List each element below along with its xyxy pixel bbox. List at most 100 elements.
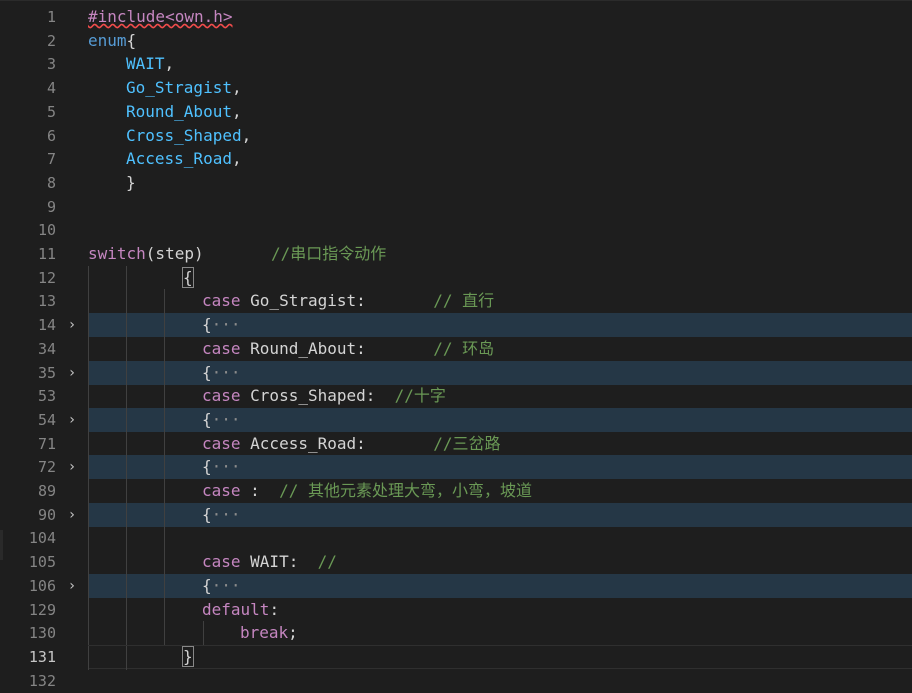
code-line[interactable]: 2 enum{ bbox=[0, 29, 912, 53]
code-area[interactable]: Cross_Shaped, bbox=[88, 124, 912, 148]
code-line[interactable]: 104 bbox=[0, 526, 912, 551]
code-line[interactable]: 3 WAIT, bbox=[0, 52, 912, 76]
indent-guide bbox=[126, 479, 127, 503]
code-line[interactable]: 35 › {··· bbox=[0, 360, 912, 385]
code-line[interactable]: 130 break; bbox=[0, 621, 912, 646]
chevron-right-icon[interactable]: › bbox=[64, 574, 80, 598]
code-area[interactable]: {··· bbox=[88, 455, 912, 480]
indent-guide bbox=[88, 526, 89, 551]
line-gutter: 34 bbox=[0, 337, 88, 361]
code-token: Go_Stragist: bbox=[240, 291, 434, 311]
code-token: ··· bbox=[211, 315, 241, 335]
code-area[interactable] bbox=[88, 218, 912, 242]
code-line[interactable]: 53 case Cross_Shaped: //十字 bbox=[0, 384, 912, 409]
code-area[interactable]: Round_About, bbox=[88, 100, 912, 124]
code-area[interactable]: case WAIT: // bbox=[88, 550, 912, 575]
code-area[interactable]: case Access_Road: //三岔路 bbox=[88, 431, 912, 456]
code-line[interactable]: 54 › {··· bbox=[0, 407, 912, 432]
indent-guide bbox=[88, 550, 89, 575]
code-line[interactable]: 90 › {··· bbox=[0, 502, 912, 527]
code-area[interactable]: {··· bbox=[88, 313, 912, 338]
line-number: 35 bbox=[37, 363, 56, 382]
line-number: 11 bbox=[37, 245, 56, 263]
code-line[interactable]: 10 bbox=[0, 218, 912, 242]
line-number: 4 bbox=[46, 79, 56, 98]
code-area[interactable]: case : // 其他元素处理大弯，小弯，坡道 bbox=[88, 479, 912, 503]
code-area[interactable]: case Round_About: // 环岛 bbox=[88, 336, 912, 361]
indent-guide bbox=[164, 407, 165, 432]
code-area[interactable]: switch(step) //串口指令动作 bbox=[88, 242, 912, 266]
chevron-right-icon[interactable]: › bbox=[64, 313, 80, 337]
line-number: 90 bbox=[37, 505, 56, 524]
code-area[interactable] bbox=[88, 526, 912, 551]
line-number: 129 bbox=[28, 600, 56, 619]
indent-guide bbox=[203, 621, 204, 646]
code-line[interactable]: 8} bbox=[0, 171, 912, 195]
code-line[interactable]: 131} bbox=[0, 644, 912, 670]
code-line[interactable]: 4 Go_Stragist, bbox=[0, 76, 912, 100]
line-gutter: 129 bbox=[0, 598, 88, 622]
code-line[interactable]: 129 default: bbox=[0, 597, 912, 622]
code-area[interactable]: { bbox=[88, 265, 912, 290]
chevron-right-icon[interactable]: › bbox=[64, 455, 80, 479]
indent-guide bbox=[164, 336, 165, 361]
code-line[interactable]: 72 › {··· bbox=[0, 455, 912, 480]
chevron-right-icon[interactable]: › bbox=[64, 503, 80, 527]
code-area[interactable]: {··· bbox=[88, 502, 912, 527]
code-line[interactable]: 7 Access_Road, bbox=[0, 147, 912, 171]
code-area[interactable]: #include<own.h> bbox=[88, 5, 912, 29]
code-area[interactable] bbox=[88, 195, 912, 219]
code-line[interactable]: 1 #include<own.h> bbox=[0, 5, 912, 29]
line-number: 1 bbox=[46, 8, 56, 26]
code-token: //串口指令动作 bbox=[271, 244, 387, 263]
line-gutter: 12 bbox=[0, 266, 88, 290]
code-area[interactable]: default: bbox=[88, 597, 912, 622]
code-token: Round_About bbox=[126, 101, 232, 121]
chevron-right-icon[interactable]: › bbox=[64, 408, 80, 432]
code-area[interactable]: {··· bbox=[88, 360, 912, 385]
code-line[interactable]: 34 case Round_About: // 环岛 bbox=[0, 336, 912, 361]
indent-guide bbox=[126, 455, 127, 480]
code-line[interactable]: 71 case Access_Road: //三岔路 bbox=[0, 431, 912, 456]
indent-guide bbox=[126, 313, 127, 338]
chevron-right-icon[interactable]: › bbox=[64, 361, 80, 385]
code-line[interactable]: 11 switch(step) //串口指令动作 bbox=[0, 242, 912, 266]
code-area[interactable]: Go_Stragist, bbox=[88, 76, 912, 100]
code-line[interactable]: 14 › {··· bbox=[0, 313, 912, 338]
code-token: case bbox=[202, 433, 241, 453]
code-line[interactable]: 5 Round_About, bbox=[0, 100, 912, 124]
code-area[interactable]: } bbox=[88, 171, 912, 195]
code-area[interactable]: {··· bbox=[88, 573, 912, 598]
code-line[interactable]: 13 case Go_Stragist: // 直行 bbox=[0, 289, 912, 314]
code-area[interactable]: Access_Road, bbox=[88, 147, 912, 171]
indent-guide bbox=[126, 384, 127, 409]
code-token: Cross_Shaped: bbox=[240, 386, 395, 406]
indent-guide bbox=[88, 384, 89, 409]
indent-guide bbox=[88, 431, 89, 456]
code-line[interactable]: 105 case WAIT: // bbox=[0, 550, 912, 575]
code-editor[interactable]: 1 #include<own.h> 2 enum{3 WAIT, 4 Go_Stragist… bbox=[0, 0, 912, 690]
code-line[interactable]: 89 case : // 其他元素处理大弯，小弯，坡道 bbox=[0, 479, 912, 503]
code-area[interactable]: WAIT, bbox=[88, 52, 912, 76]
code-line[interactable]: 6 Cross_Shaped, bbox=[0, 124, 912, 148]
code-token: : bbox=[240, 481, 280, 500]
code-area[interactable]: } bbox=[88, 644, 912, 670]
code-text: switch(step) //串口指令动作 bbox=[88, 242, 386, 266]
code-line[interactable]: 12 { bbox=[0, 265, 912, 290]
code-line[interactable]: 106 › {··· bbox=[0, 573, 912, 598]
code-token: { bbox=[202, 315, 212, 335]
code-area[interactable]: enum{ bbox=[88, 29, 912, 53]
code-area[interactable]: case Cross_Shaped: //十字 bbox=[88, 384, 912, 409]
line-number: 5 bbox=[46, 102, 56, 121]
code-area[interactable]: {··· bbox=[88, 407, 912, 432]
line-number: 10 bbox=[37, 221, 56, 240]
line-gutter: 7 bbox=[0, 147, 88, 171]
line-number: 89 bbox=[37, 482, 56, 500]
code-line[interactable]: 9 bbox=[0, 195, 912, 219]
line-number: 13 bbox=[37, 292, 56, 311]
code-token: ··· bbox=[211, 457, 241, 477]
code-area[interactable]: break; bbox=[88, 621, 912, 646]
code-token: ; bbox=[288, 623, 298, 643]
code-area[interactable]: case Go_Stragist: // 直行 bbox=[88, 289, 912, 314]
code-text: {··· bbox=[202, 408, 241, 432]
